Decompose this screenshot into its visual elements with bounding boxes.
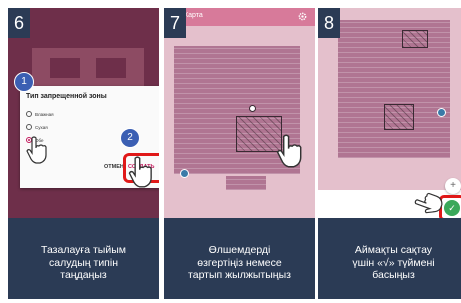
option-dry[interactable]: Сухая <box>26 124 48 130</box>
step-panel-6: Тип запрещенной зоны Влажная Сухая Обе О… <box>8 8 159 299</box>
step-caption: Тазалауға тыйым салудың типін таңдаңыз <box>41 244 126 282</box>
step-caption: Аймақты сақтау үшін «√» түймені басыңыз <box>352 244 435 282</box>
cleaning-map-part <box>226 176 266 190</box>
restricted-zone <box>402 30 428 48</box>
step-panel-8: + ✓ 8 Аймақты сақтау үшін «√» түймені ба… <box>318 8 461 299</box>
confirm-check-button[interactable]: ✓ <box>444 200 460 216</box>
step-number: 6 <box>8 8 30 38</box>
option-dry-label: Сухая <box>35 124 48 130</box>
robot-dock-icon <box>437 108 446 117</box>
zone-resize-handle[interactable] <box>249 105 256 112</box>
option-wet[interactable]: Влажная <box>26 111 54 117</box>
dialog-title: Тип запрещенной зоны <box>26 93 107 100</box>
hand-pointer-icon <box>26 136 47 164</box>
divider <box>315 8 317 299</box>
gear-icon[interactable] <box>298 12 307 21</box>
robot-dock-icon <box>180 169 189 178</box>
step-6-screenshot: Тип запрещенной зоны Влажная Сухая Обе О… <box>8 8 159 218</box>
hand-pointer-icon <box>276 134 302 168</box>
cleaning-map <box>338 20 450 158</box>
add-zone-button[interactable]: + <box>445 178 461 194</box>
step-badge-1: 1 <box>14 72 34 92</box>
step-caption: Өлшемдерді өзгертіңіз немесе тартып жылж… <box>188 244 291 282</box>
option-wet-label: Влажная <box>35 111 54 117</box>
divider <box>159 8 161 299</box>
step-7-screenshot: Карта <box>164 8 315 218</box>
step-8-screenshot: + ✓ <box>318 8 461 218</box>
radio-wet[interactable] <box>26 111 32 117</box>
app-top-bar: Карта <box>164 8 315 26</box>
hand-pointer-icon <box>128 156 152 188</box>
restricted-zone <box>384 104 414 130</box>
screen-title: Карта <box>184 12 203 19</box>
radio-dry[interactable] <box>26 124 32 130</box>
step-number: 8 <box>318 8 340 38</box>
step-number: 7 <box>164 8 186 38</box>
step-panel-7: Карта 7 Өлшемдерді өзгертіңіз немесе тар… <box>164 8 315 299</box>
step-badge-2: 2 <box>120 128 140 148</box>
